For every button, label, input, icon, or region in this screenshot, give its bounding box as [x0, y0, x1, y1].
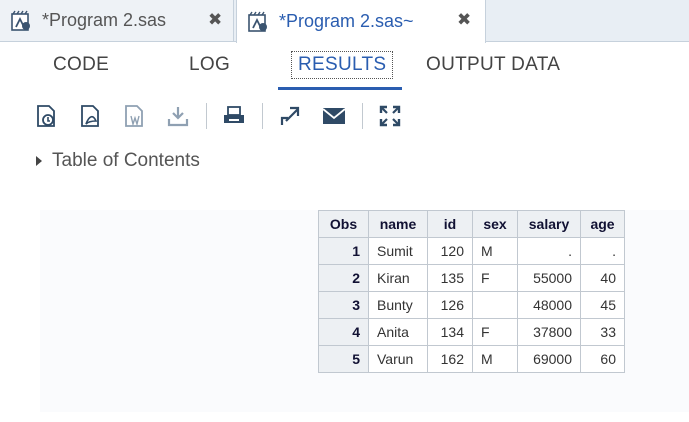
column-header: name	[368, 210, 428, 238]
table-of-contents-toggle[interactable]: Table of Contents	[36, 150, 200, 172]
column-header: Obs	[318, 210, 369, 238]
cell: M	[472, 237, 518, 265]
cell	[472, 291, 518, 319]
table-row: 4 Anita 134 F 37800 33	[318, 318, 625, 346]
table-row: 3 Bunty 126 48000 45	[318, 291, 625, 319]
tab-log[interactable]: LOG	[189, 54, 230, 76]
tab-title: *Program 2.sas	[42, 10, 167, 30]
column-header: salary	[517, 210, 581, 238]
cell: F	[472, 318, 518, 346]
column-header: age	[580, 210, 625, 238]
table-row: 2 Kiran 135 F 55000 40	[318, 264, 625, 292]
html-download-icon[interactable]	[32, 102, 60, 130]
toolbar-divider	[262, 103, 263, 129]
cell: 60	[580, 345, 625, 373]
cell: 162	[427, 345, 473, 373]
cell: F	[472, 264, 518, 292]
active-tab-indicator	[278, 87, 402, 90]
tab-output-data[interactable]: OUTPUT DATA	[426, 54, 560, 76]
close-icon[interactable]: ✖	[457, 10, 471, 30]
results-table: Obs name id sex salary age 1 Sumit 120 M…	[318, 210, 625, 373]
cell: 2	[318, 264, 369, 292]
cell: Anita	[368, 318, 428, 346]
cell: 3	[318, 291, 369, 319]
tab-program-2-copy[interactable]: *Program 2.sas~ ✖	[236, 0, 486, 43]
cell: 48000	[517, 291, 581, 319]
cell: 135	[427, 264, 473, 292]
cell: M	[472, 345, 518, 373]
editor-tab-strip: *Program 2.sas ✖ *Program 2.sas~ ✖	[0, 0, 689, 43]
pdf-download-icon[interactable]	[76, 102, 104, 130]
tab-code[interactable]: CODE	[53, 54, 109, 76]
table-row: 1 Sumit 120 M . .	[318, 237, 625, 265]
cell: 5	[318, 345, 369, 373]
cell: 37800	[517, 318, 581, 346]
cell: 55000	[517, 264, 581, 292]
cell: 45	[580, 291, 625, 319]
column-header: id	[427, 210, 473, 238]
cell: Bunty	[368, 291, 428, 319]
cell: Varun	[368, 345, 428, 373]
table-header-row: Obs name id sex salary age	[318, 210, 625, 238]
cell: .	[517, 237, 581, 265]
close-icon[interactable]: ✖	[208, 10, 222, 30]
open-new-window-icon[interactable]	[276, 102, 304, 130]
cell: Kiran	[368, 264, 428, 292]
expand-arrow-icon	[36, 156, 42, 166]
maximize-icon[interactable]	[376, 102, 404, 130]
cell: 33	[580, 318, 625, 346]
column-header: sex	[472, 210, 518, 238]
cell: 4	[318, 318, 369, 346]
tab-program-2[interactable]: *Program 2.sas ✖	[0, 0, 234, 41]
rtf-download-icon[interactable]	[120, 102, 148, 130]
results-toolbar	[0, 97, 689, 137]
cell: 1	[318, 237, 369, 265]
toolbar-divider	[362, 103, 363, 129]
cell: .	[580, 237, 625, 265]
email-icon[interactable]	[320, 102, 348, 130]
toc-label: Table of Contents	[52, 150, 200, 171]
tab-title: *Program 2.sas~	[279, 11, 414, 31]
toolbar-divider	[206, 103, 207, 129]
cell: Sumit	[368, 237, 428, 265]
sas-program-icon	[248, 11, 267, 32]
cell: 69000	[517, 345, 581, 373]
cell: 120	[427, 237, 473, 265]
print-icon[interactable]	[220, 102, 248, 130]
cell: 40	[580, 264, 625, 292]
view-tabs: CODE LOG RESULTS OUTPUT DATA	[0, 42, 689, 92]
sas-program-icon	[11, 10, 30, 31]
tab-results[interactable]: RESULTS	[291, 51, 394, 79]
download-icon[interactable]	[164, 102, 192, 130]
cell: 134	[427, 318, 473, 346]
cell: 126	[427, 291, 473, 319]
table-row: 5 Varun 162 M 69000 60	[318, 345, 625, 373]
